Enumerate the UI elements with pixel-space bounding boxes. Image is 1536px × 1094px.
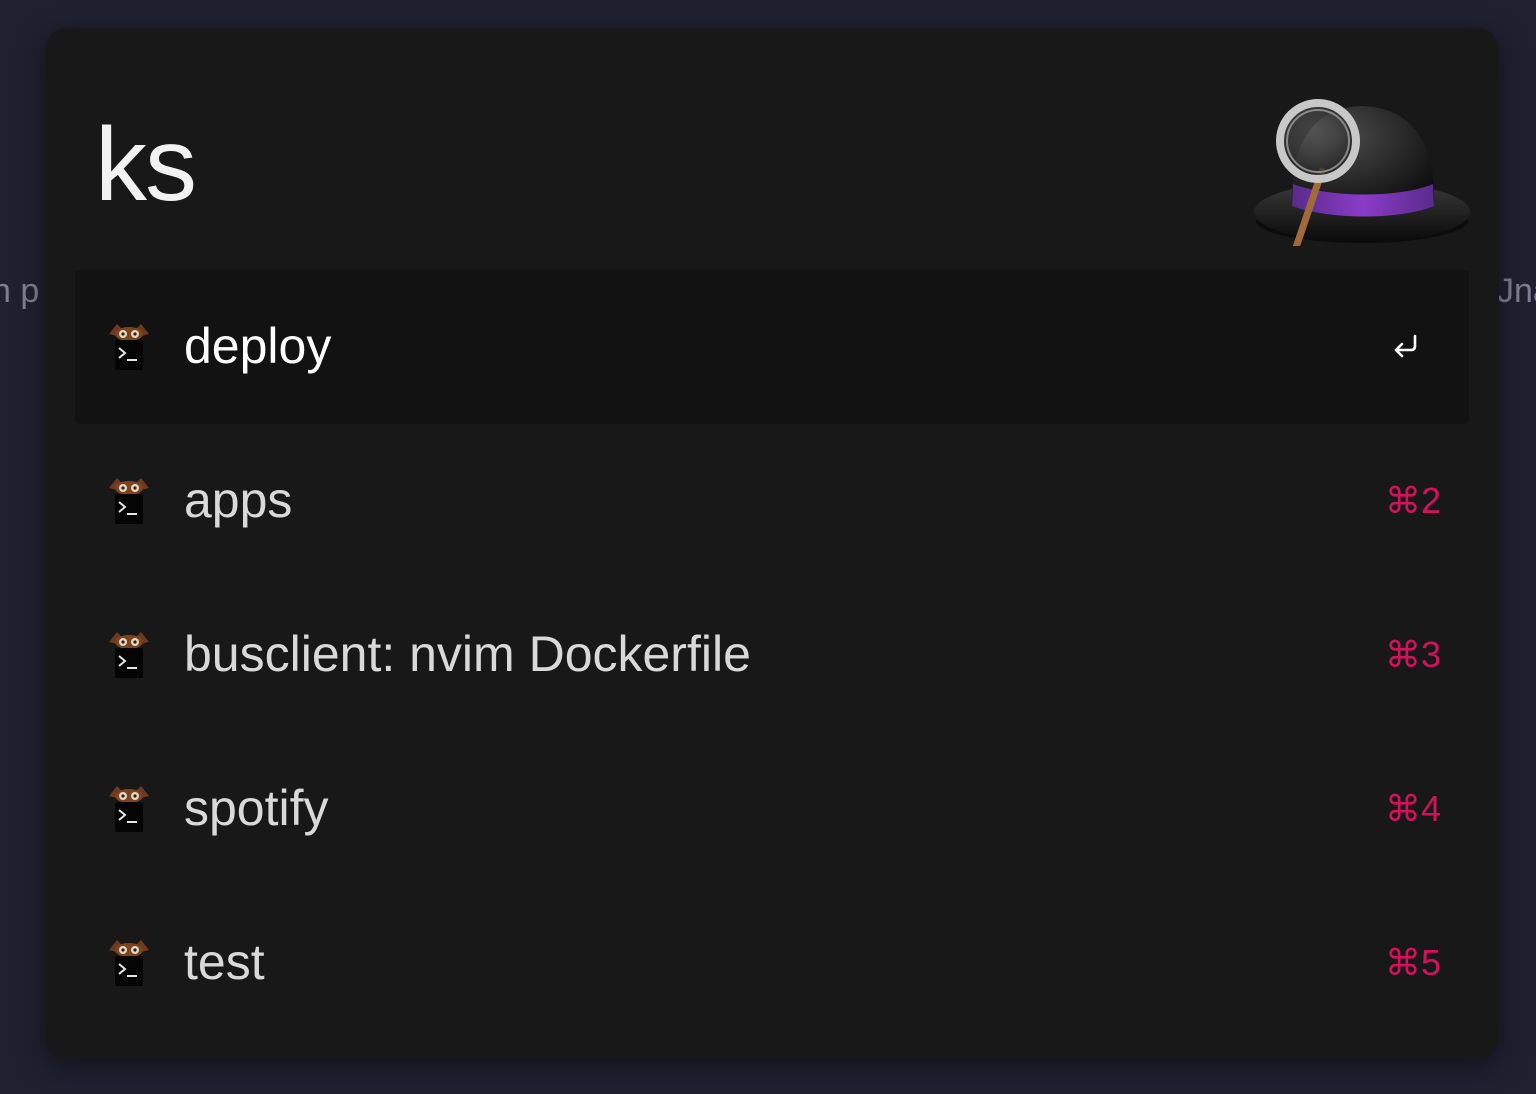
- background-window-text-left: n p: [0, 272, 40, 310]
- search-query-input[interactable]: ks: [95, 100, 197, 230]
- result-row-4[interactable]: spotify ⌘4: [75, 732, 1469, 886]
- terminal-workflow-icon: [109, 324, 149, 370]
- result-title: apps: [184, 472, 293, 528]
- result-title: spotify: [184, 780, 329, 836]
- result-title: busclient: nvim Dockerfile: [184, 626, 751, 682]
- terminal-workflow-icon: [109, 786, 149, 832]
- launcher-window: ks deploy apps ⌘2 busclient: nvim Docker…: [45, 28, 1499, 1059]
- return-key-icon: [1394, 334, 1417, 358]
- result-row-3[interactable]: busclient: nvim Dockerfile ⌘3: [75, 578, 1469, 732]
- result-row-2[interactable]: apps ⌘2: [75, 424, 1469, 578]
- result-row-1[interactable]: deploy: [75, 270, 1469, 424]
- terminal-workflow-icon: [109, 478, 149, 524]
- result-title: test: [184, 934, 265, 990]
- result-shortcut: ⌘4: [1384, 788, 1441, 829]
- result-shortcut: ⌘5: [1384, 942, 1441, 983]
- result-title: deploy: [184, 318, 332, 374]
- result-shortcut: ⌘3: [1384, 634, 1441, 675]
- result-shortcut: ⌘2: [1384, 480, 1441, 521]
- terminal-workflow-icon: [109, 632, 149, 678]
- results-list: deploy apps ⌘2 busclient: nvim Dockerfil…: [75, 270, 1469, 1040]
- background-window-text-right: Jna: [1497, 272, 1536, 310]
- result-row-5[interactable]: test ⌘5: [75, 886, 1469, 1040]
- alfred-hat-icon: [1254, 99, 1470, 246]
- terminal-workflow-icon: [109, 940, 149, 986]
